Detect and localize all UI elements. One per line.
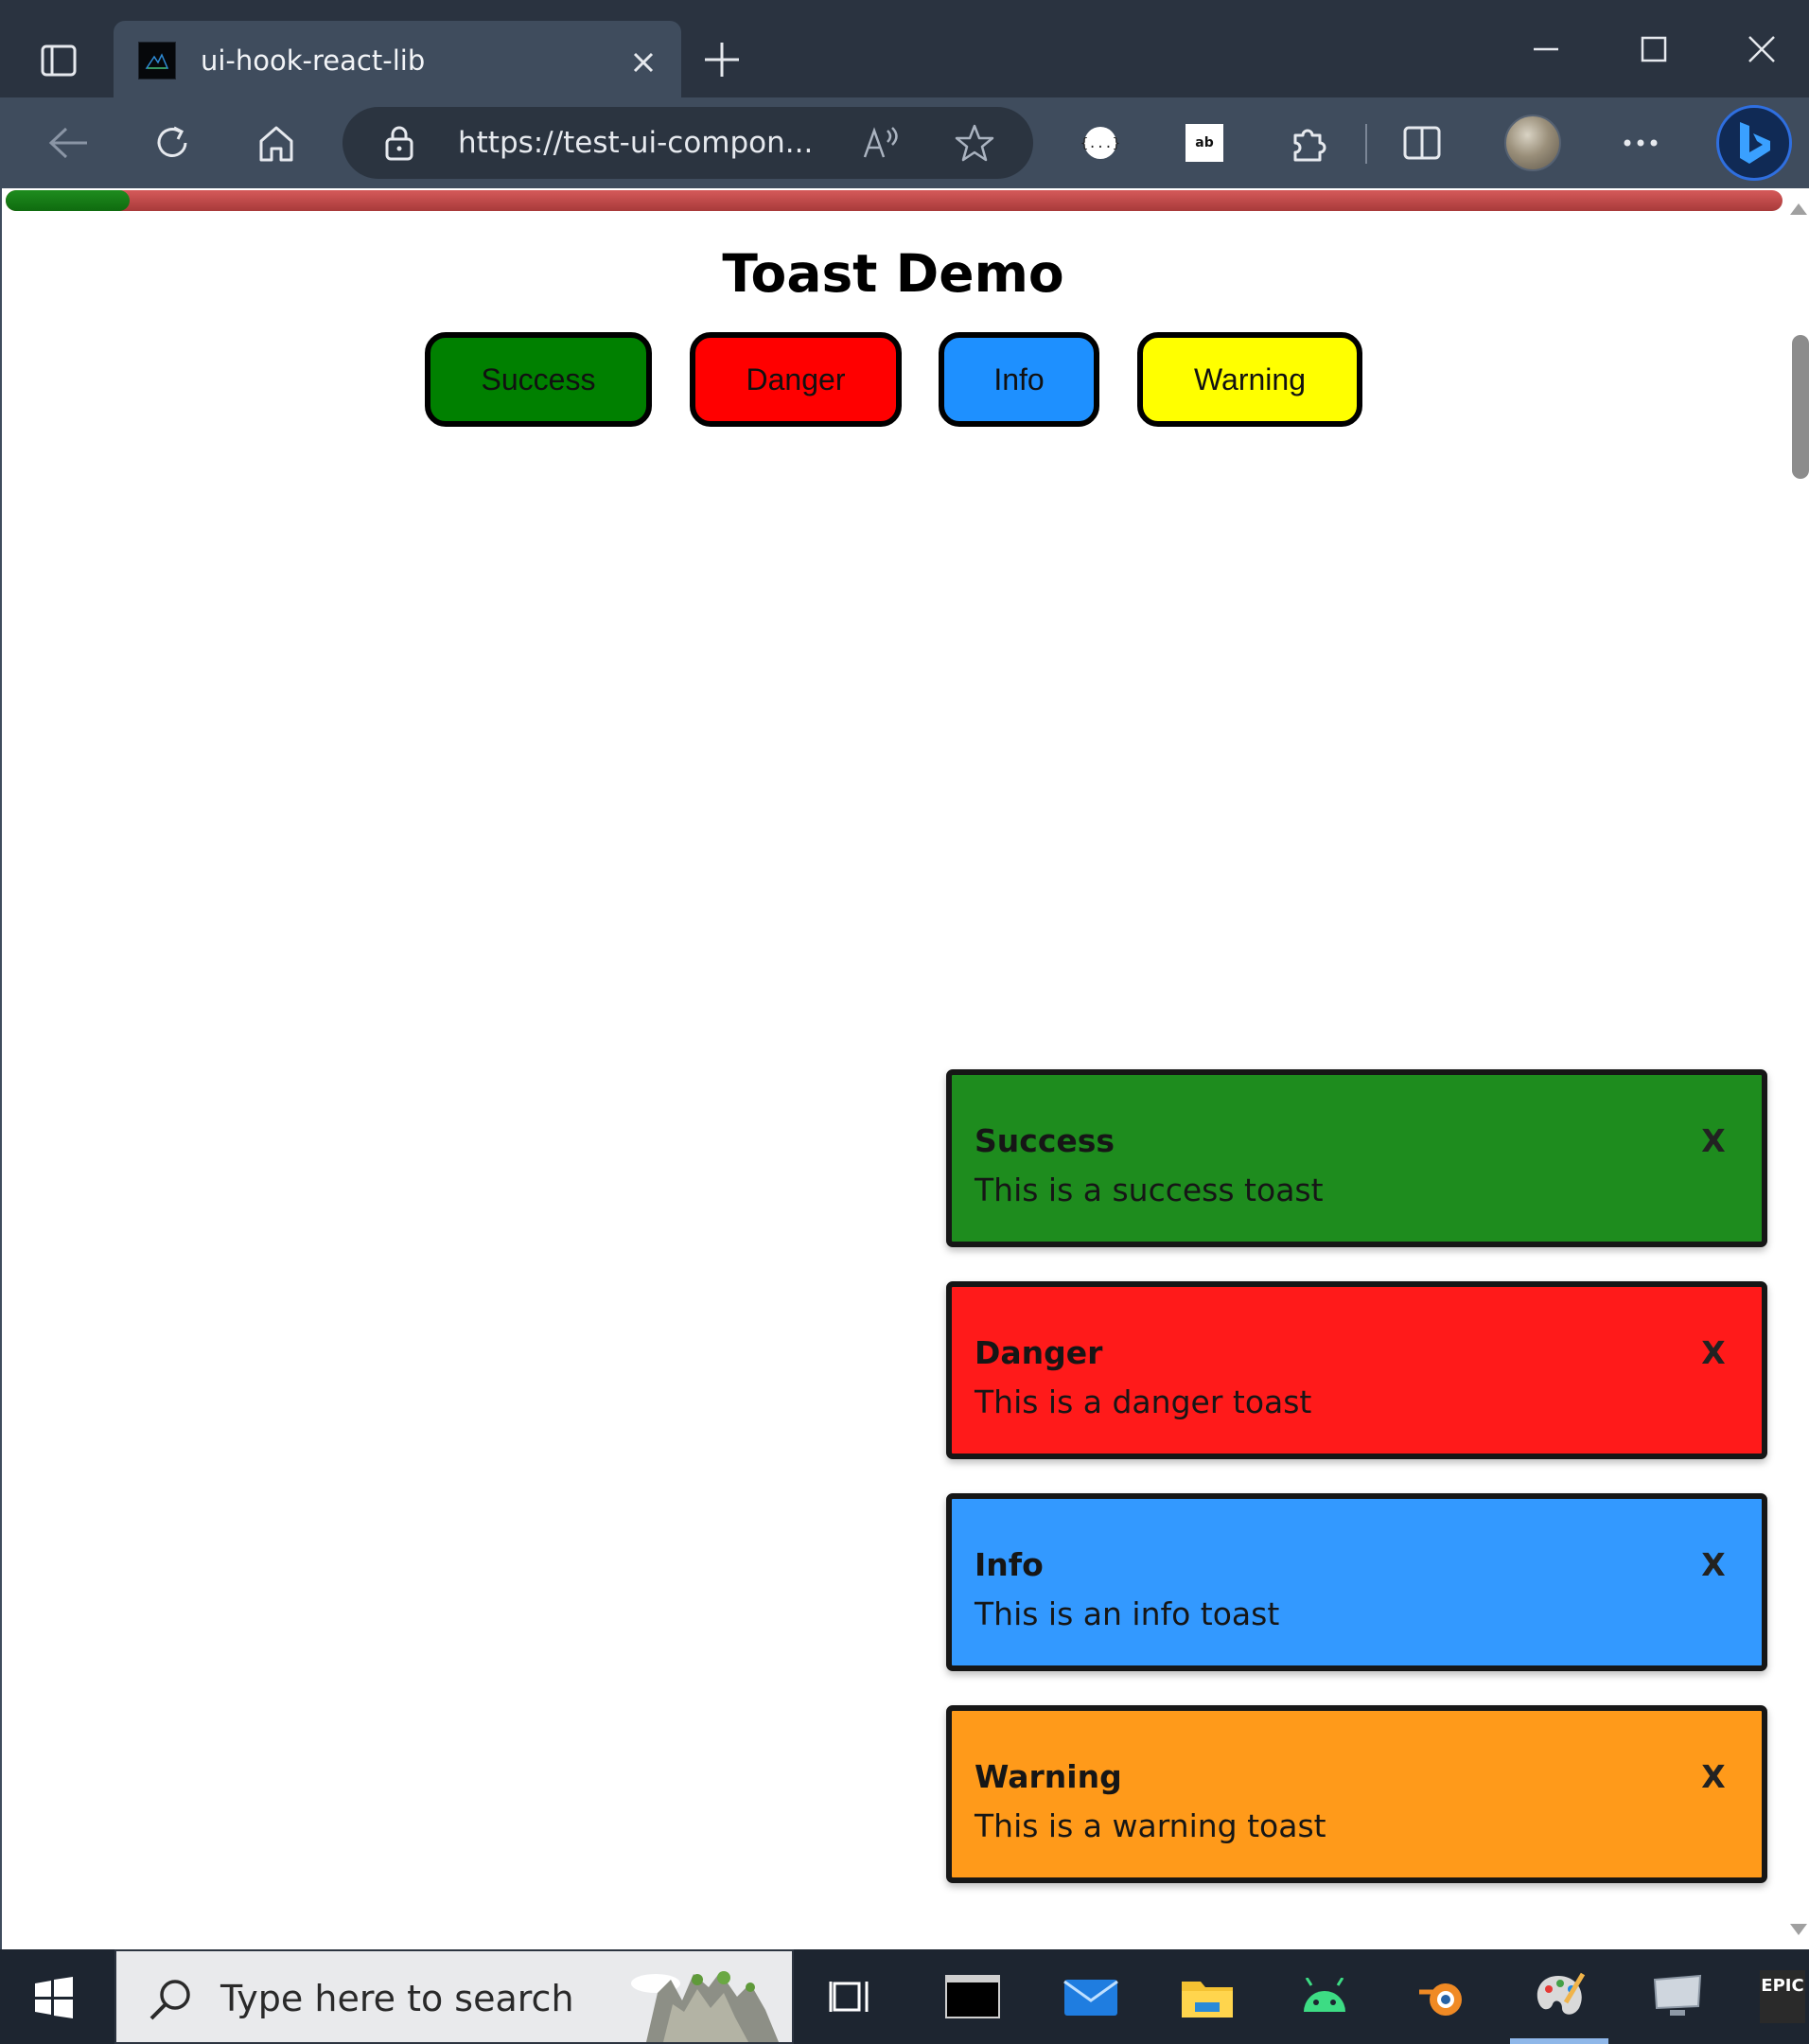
folder-icon — [1182, 1982, 1233, 2018]
toast-warning: Warning This is a warning toast X — [946, 1705, 1767, 1883]
page-viewport: Toast Demo Success Danger Info Warning S… — [0, 188, 1809, 1949]
android-icon — [1304, 1978, 1345, 2012]
toast-message: This is an info toast — [975, 1595, 1280, 1632]
toast-title: Success — [975, 1122, 1115, 1159]
windows-taskbar: Type here to search EPIC — [0, 1949, 1809, 2044]
profile-avatar[interactable] — [1504, 115, 1561, 171]
danger-button[interactable]: Danger — [690, 332, 902, 427]
close-icon — [1748, 36, 1775, 62]
adblock-icon: ab — [1186, 124, 1223, 162]
extension-json-button[interactable]: {...} — [1074, 116, 1127, 169]
favorite-star-icon[interactable] — [954, 124, 995, 162]
new-tab-button[interactable] — [698, 36, 746, 83]
toast-close-button[interactable]: X — [1690, 1117, 1737, 1164]
close-window-button[interactable] — [1733, 25, 1790, 74]
search-highlight-image — [631, 1971, 779, 2042]
terminal-icon — [945, 1975, 1000, 2018]
maximize-icon — [1641, 36, 1667, 62]
toast-title: Info — [975, 1546, 1044, 1583]
bing-copilot-button[interactable] — [1716, 105, 1792, 181]
toast-close-button[interactable]: X — [1690, 1541, 1737, 1588]
toolbar-separator — [1365, 124, 1367, 164]
address-bar[interactable]: https://test-ui-compon... — [342, 107, 1033, 179]
toast-trigger-buttons: Success Danger Info Warning — [2, 332, 1784, 427]
search-placeholder: Type here to search — [220, 1978, 574, 2019]
adblock-extension-button[interactable]: ab — [1178, 116, 1231, 169]
scroll-down-arrow-icon[interactable] — [1790, 1924, 1807, 1935]
back-button[interactable] — [42, 116, 95, 169]
browser-toolbar: https://test-ui-compon... {...} ab — [0, 97, 1809, 188]
windows-logo-icon — [35, 1977, 73, 2018]
file-explorer-button[interactable] — [1177, 1968, 1238, 2025]
home-button[interactable] — [250, 116, 303, 169]
read-aloud-icon[interactable] — [861, 124, 903, 162]
taskbar-search-box[interactable]: Type here to search — [114, 1949, 794, 2044]
browser-title-bar: ui-hook-react-lib — [0, 0, 1809, 97]
toast-title: Warning — [975, 1758, 1122, 1795]
active-app-indicator — [1510, 2038, 1608, 2044]
arrow-left-icon — [48, 127, 87, 159]
split-screen-button[interactable] — [1396, 116, 1449, 169]
blender-app-button[interactable] — [1412, 1968, 1472, 2025]
minimize-icon — [1534, 47, 1558, 51]
tab-title: ui-hook-react-lib — [201, 44, 426, 77]
task-view-icon — [829, 1982, 869, 2012]
paint-palette-icon — [1537, 1972, 1586, 2015]
search-icon — [145, 1974, 196, 2025]
toast-message: This is a success toast — [975, 1172, 1324, 1208]
toast-info: Info This is an info toast X — [946, 1493, 1767, 1671]
toast-close-button[interactable]: X — [1690, 1753, 1737, 1800]
plus-icon — [705, 43, 739, 77]
bing-icon — [1740, 122, 1770, 164]
android-studio-button[interactable] — [1294, 1968, 1355, 2025]
toast-title: Danger — [975, 1334, 1103, 1371]
tab-close-button[interactable] — [624, 44, 662, 81]
more-dots-icon — [1624, 139, 1658, 147]
site-favicon-icon — [138, 42, 176, 79]
json-viewer-icon: {...} — [1081, 127, 1119, 159]
toast-close-button[interactable]: X — [1690, 1329, 1737, 1376]
scrollbar-thumb[interactable] — [1792, 335, 1809, 479]
epic-games-icon: EPIC — [1760, 1970, 1805, 2023]
extensions-button[interactable] — [1282, 116, 1335, 169]
progress-bar-fill — [6, 190, 131, 211]
refresh-button[interactable] — [146, 116, 199, 169]
blender-icon — [1419, 1983, 1462, 2016]
toast-success: Success This is a success toast X — [946, 1069, 1767, 1247]
toast-message: This is a danger toast — [975, 1383, 1312, 1420]
remote-desktop-button[interactable] — [1646, 1968, 1707, 2025]
tab-actions-button[interactable] — [36, 38, 81, 83]
puzzle-icon — [1293, 129, 1326, 162]
start-button[interactable] — [28, 1972, 79, 2023]
warning-button[interactable]: Warning — [1137, 332, 1362, 427]
home-icon — [259, 126, 293, 162]
success-button[interactable]: Success — [425, 332, 652, 427]
svg-text:{...}: {...} — [1081, 136, 1119, 151]
mail-icon — [1063, 1980, 1118, 2016]
info-button[interactable]: Info — [939, 332, 1099, 427]
mail-app-button[interactable] — [1061, 1968, 1121, 2025]
terminal-app-button[interactable] — [942, 1968, 1003, 2025]
toast-danger: Danger This is a danger toast X — [946, 1281, 1767, 1459]
task-view-button[interactable] — [821, 1968, 882, 2025]
lock-icon[interactable] — [380, 124, 418, 162]
monitor-icon — [1653, 1974, 1702, 2016]
close-icon — [633, 52, 654, 73]
split-screen-icon — [1403, 126, 1441, 160]
maximize-button[interactable] — [1625, 25, 1682, 74]
page-title: Toast Demo — [722, 243, 1064, 304]
more-options-button[interactable] — [1614, 116, 1667, 169]
refresh-icon — [157, 126, 187, 157]
active-tab[interactable]: ui-hook-react-lib — [114, 21, 681, 97]
toast-message: This is a warning toast — [975, 1807, 1326, 1844]
vertical-scrollbar[interactable] — [1784, 188, 1809, 1949]
scroll-up-arrow-icon[interactable] — [1790, 203, 1807, 215]
epic-games-button[interactable]: EPIC — [1756, 1968, 1809, 2025]
minimize-button[interactable] — [1518, 25, 1574, 74]
paint-app-button[interactable] — [1529, 1968, 1589, 2025]
tab-actions-icon — [41, 44, 77, 77]
url-text[interactable]: https://test-ui-compon... — [458, 122, 813, 164]
progress-bar — [6, 190, 1783, 211]
